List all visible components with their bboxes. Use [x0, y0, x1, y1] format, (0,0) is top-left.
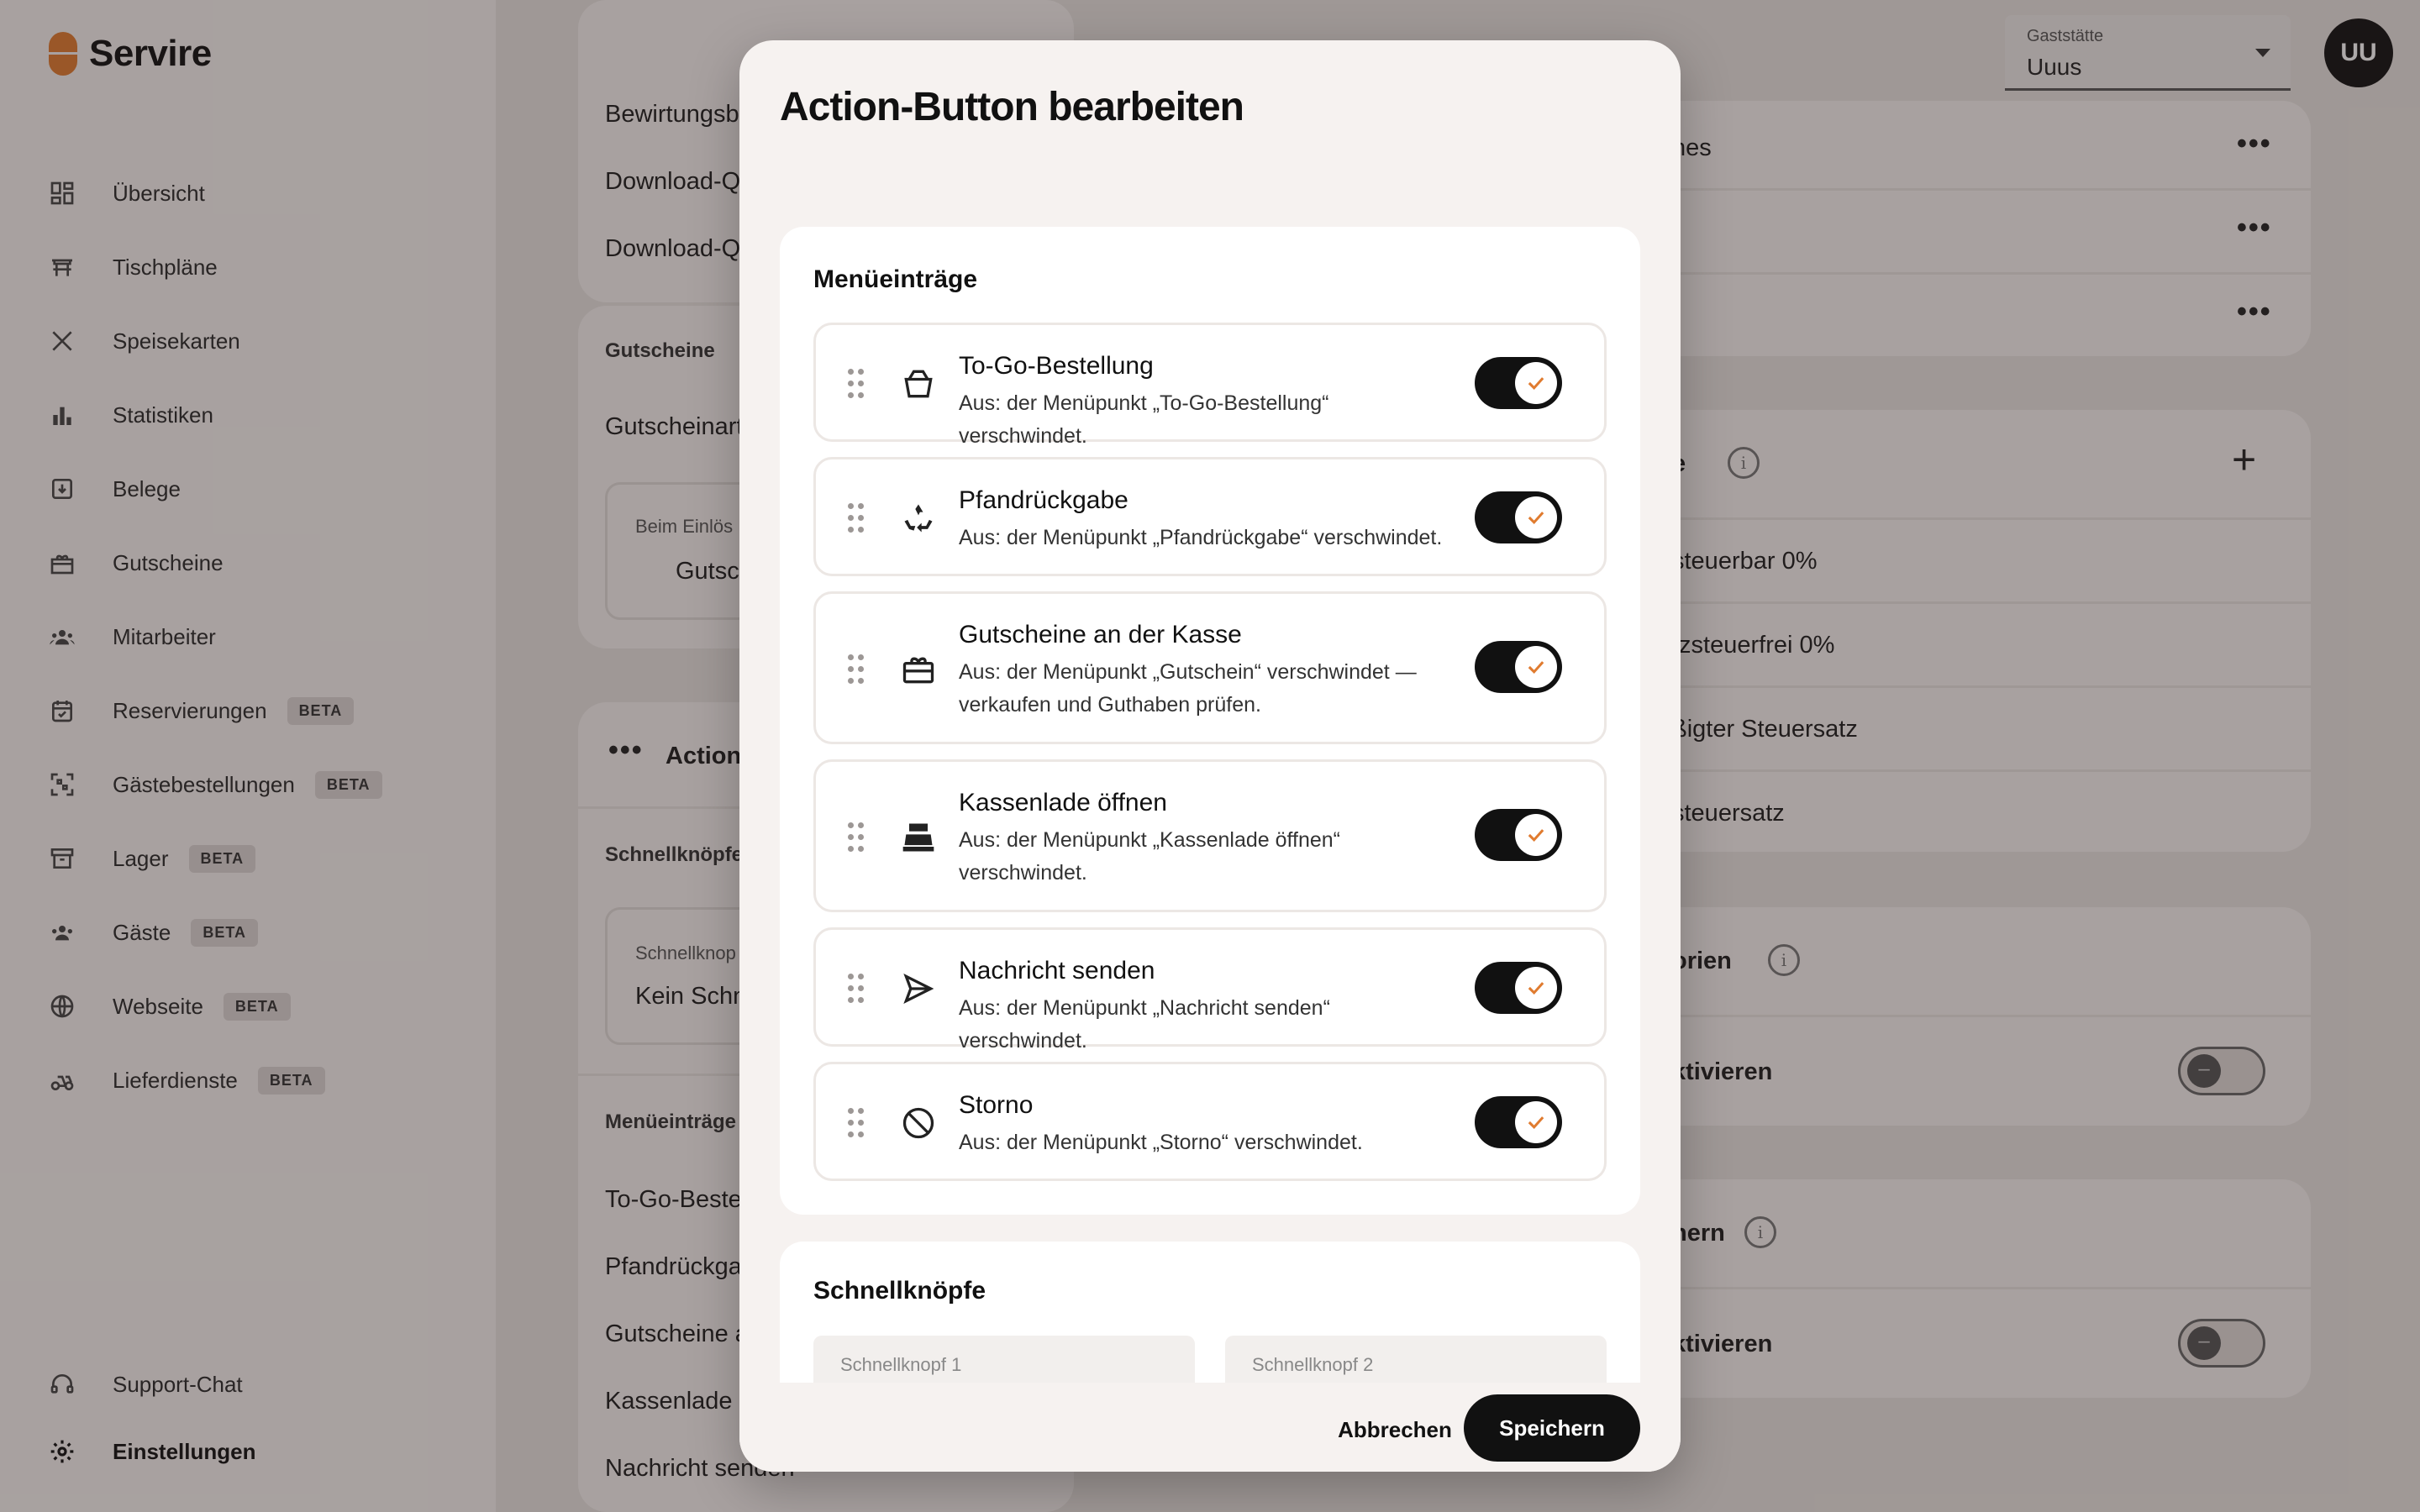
entry-description: Aus: der Menüpunkt „Nachricht senden“ ve…	[959, 996, 1330, 1053]
entry-description: Aus: der Menüpunkt „Storno“ verschwindet…	[959, 1131, 1363, 1154]
entry-toggle[interactable]	[1475, 357, 1562, 409]
cash-register-icon	[898, 817, 939, 858]
menu-entry-to-go: To-Go-Bestellung Aus: der Menüpunkt „To-…	[813, 323, 1607, 448]
entry-title: Storno	[959, 1091, 1034, 1119]
drag-handle-icon[interactable]	[848, 654, 868, 685]
quick-button-2-select[interactable]: Schnellknopf 2	[1225, 1336, 1607, 1383]
recycle-icon	[898, 498, 939, 538]
menu-entry-gutscheine-kasse: Gutscheine an der Kasse Aus: der Menüpun…	[813, 591, 1607, 744]
entry-toggle[interactable]	[1475, 1096, 1562, 1148]
section-title: Schnellknöpfe	[813, 1277, 986, 1305]
entry-title: Kassenlade öffnen	[959, 789, 1167, 816]
cancel-button[interactable]: Abbrechen	[1328, 1404, 1462, 1455]
edit-action-button-dialog: Action-Button bearbeiten Menüeinträge To…	[739, 40, 1681, 1472]
select-label: Schnellknopf 1	[840, 1354, 962, 1375]
select-label: Schnellknopf 2	[1252, 1354, 1374, 1375]
drag-handle-icon[interactable]	[848, 822, 868, 853]
entry-description: Aus: der Menüpunkt „Gutschein“ verschwin…	[959, 660, 1417, 717]
toggle-knob	[1515, 967, 1557, 1009]
entry-title: Nachricht senden	[959, 957, 1155, 984]
menu-entry-pfandrueckgabe: Pfandrückgabe Aus: der Menüpunkt „Pfandr…	[813, 457, 1607, 576]
menu-entries-section: Menüeinträge To-Go-Bestellung Aus: der M…	[780, 227, 1640, 1215]
quick-buttons-section: Schnellknöpfe Schnellknopf 1 Schnellknop…	[780, 1242, 1640, 1383]
cancel-circle-icon	[898, 1103, 939, 1143]
entry-toggle[interactable]	[1475, 641, 1562, 693]
gift-card-icon	[898, 649, 939, 690]
takeaway-box-icon	[898, 364, 939, 404]
drag-handle-icon[interactable]	[848, 1108, 868, 1138]
drag-handle-icon[interactable]	[848, 974, 868, 1004]
toggle-knob	[1515, 814, 1557, 856]
dialog-title: Action-Button bearbeiten	[780, 85, 1244, 129]
toggle-knob	[1515, 362, 1557, 404]
entry-title: Gutscheine an der Kasse	[959, 621, 1242, 648]
toggle-knob	[1515, 496, 1557, 538]
save-button[interactable]: Speichern	[1464, 1394, 1640, 1462]
dialog-scroll-area[interactable]: Menüeinträge To-Go-Bestellung Aus: der M…	[780, 186, 1640, 1383]
quick-button-1-select[interactable]: Schnellknopf 1	[813, 1336, 1195, 1383]
menu-entry-storno: Storno Aus: der Menüpunkt „Storno“ versc…	[813, 1062, 1607, 1181]
entry-toggle[interactable]	[1475, 962, 1562, 1014]
drag-handle-icon[interactable]	[848, 369, 868, 399]
toggle-knob	[1515, 646, 1557, 688]
entry-description: Aus: der Menüpunkt „Pfandrückgabe“ versc…	[959, 526, 1443, 549]
entry-toggle[interactable]	[1475, 491, 1562, 543]
entry-description: Aus: der Menüpunkt „Kassenlade öffnen“ v…	[959, 828, 1340, 885]
send-icon	[898, 969, 939, 1009]
entry-title: To-Go-Bestellung	[959, 352, 1154, 380]
menu-entry-kassenlade: Kassenlade öffnen Aus: der Menüpunkt „Ka…	[813, 759, 1607, 912]
toggle-knob	[1515, 1101, 1557, 1143]
drag-handle-icon[interactable]	[848, 503, 868, 533]
entry-description: Aus: der Menüpunkt „To-Go-Bestellung“ ve…	[959, 391, 1329, 448]
entry-title: Pfandrückgabe	[959, 486, 1128, 514]
menu-entry-nachricht: Nachricht senden Aus: der Menüpunkt „Nac…	[813, 927, 1607, 1053]
entry-toggle[interactable]	[1475, 809, 1562, 861]
section-title: Menüeinträge	[813, 265, 978, 293]
dialog-footer: Abbrechen Speichern	[739, 1383, 1681, 1472]
